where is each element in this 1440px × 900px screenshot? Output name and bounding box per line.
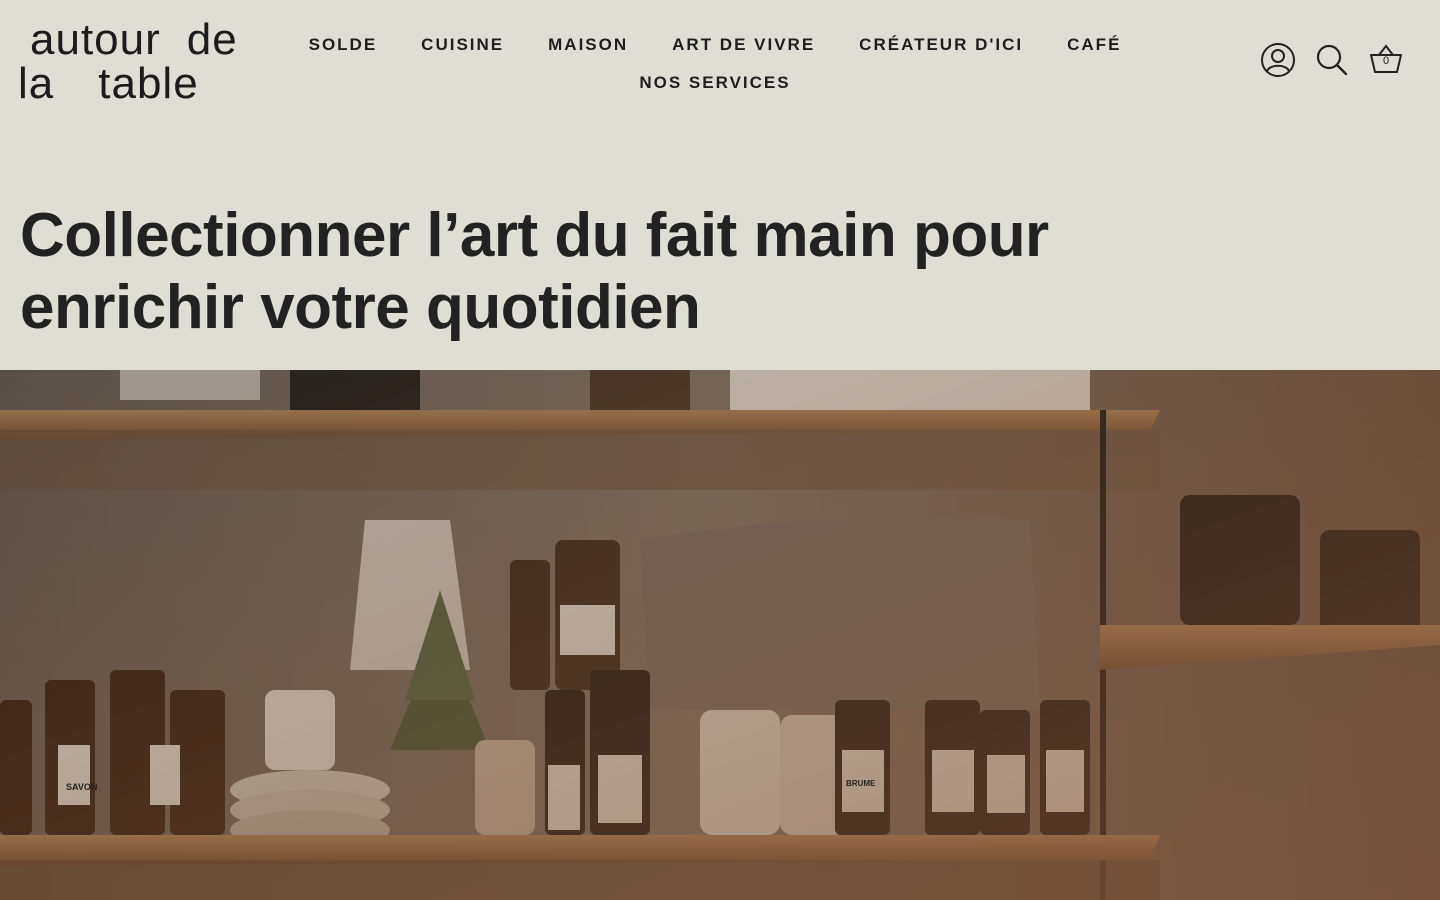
logo-word-de: de: [186, 15, 238, 64]
hero-title-line-1: Collectionner l’art du fait main pour: [20, 201, 1049, 270]
logo-word-table: table: [98, 59, 199, 108]
nav-item-solde[interactable]: SOLDE: [287, 35, 400, 55]
nav-item-maison[interactable]: MAISON: [526, 35, 650, 55]
logo-word-la: la: [18, 59, 55, 108]
site-header: autour de la table SOLDE CUISINE MAISON AR…: [0, 0, 1440, 130]
account-icon: [1261, 43, 1295, 77]
nav-item-art-de-vivre[interactable]: ART DE VIVRE: [650, 35, 837, 55]
shelf-photo-illustration: SAVON BRUME: [0, 370, 1440, 900]
site-logo[interactable]: autour de la table: [18, 16, 258, 108]
hero-title: Collectionner l’art du fait main pour en…: [20, 200, 1120, 344]
cart-button[interactable]: 0: [1368, 40, 1404, 80]
nav-item-nos-services[interactable]: NOS SERVICES: [617, 73, 812, 93]
nav-row-2: NOS SERVICES: [300, 64, 1130, 102]
header-icons: 0: [1260, 40, 1404, 80]
logo-line-2: la table: [18, 60, 199, 108]
logo-word-autour: autour: [30, 15, 161, 64]
nav-row-1: SOLDE CUISINE MAISON ART DE VIVRE CRÉATE…: [300, 26, 1130, 64]
main-navigation: SOLDE CUISINE MAISON ART DE VIVRE CRÉATE…: [300, 26, 1130, 102]
cart-count: 0: [1382, 55, 1390, 67]
account-button[interactable]: [1260, 40, 1296, 80]
search-icon: [1316, 44, 1348, 76]
search-button[interactable]: [1314, 40, 1350, 80]
nav-item-cafe[interactable]: CAFÉ: [1045, 35, 1143, 55]
nav-item-createur-dici[interactable]: CRÉATEUR D'ICI: [837, 35, 1045, 55]
hero-title-line-2: enrichir votre quotidien: [20, 273, 701, 342]
hero-image: SAVON BRUME: [0, 370, 1440, 900]
label-brume: BRUME: [846, 779, 876, 788]
logo-line-1: autour de: [30, 16, 238, 64]
nav-item-cuisine[interactable]: CUISINE: [399, 35, 526, 55]
label-savon: SAVON: [66, 782, 97, 792]
